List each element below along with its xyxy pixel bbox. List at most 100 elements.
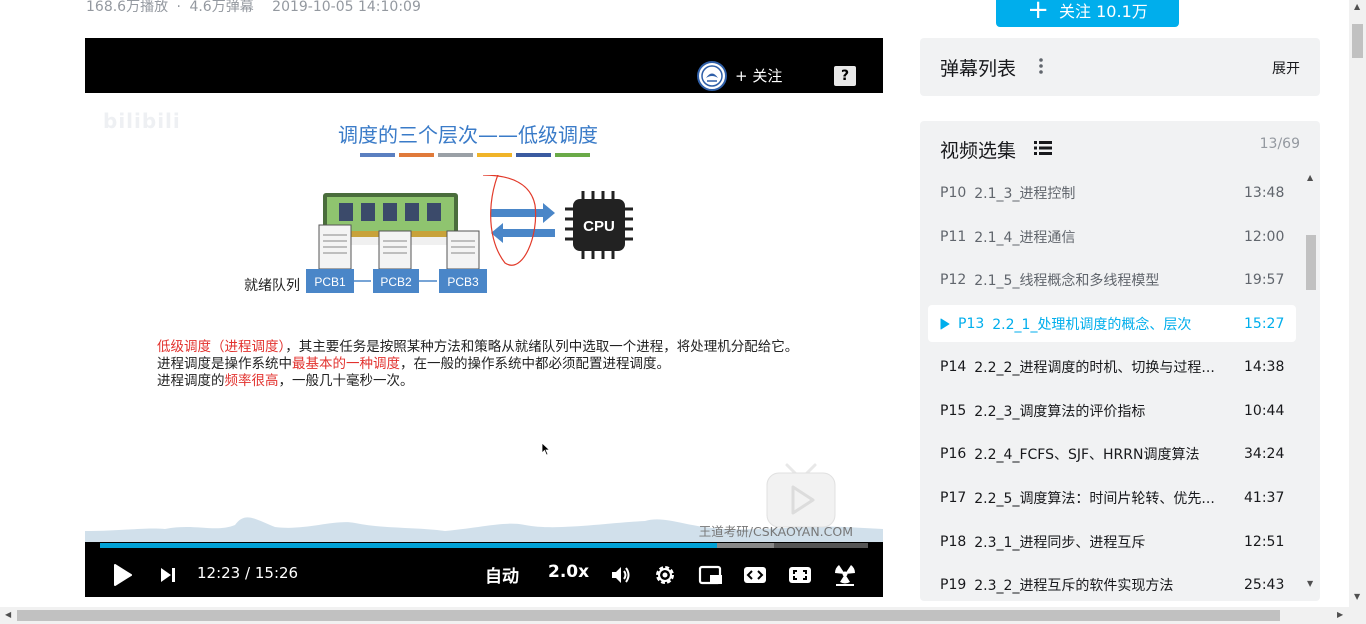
page-hscroll-thumb[interactable] — [17, 610, 1280, 621]
danmaku-list-panel[interactable]: 弹幕列表 展开 — [920, 38, 1320, 96]
scroll-down-arrow[interactable]: ▼ — [1307, 579, 1313, 588]
episode-item[interactable]: P14 2.2_2_进程调度的时机、切换与过程... 14:38 — [928, 345, 1296, 389]
episode-item[interactable]: P13 2.2_1_处理机调度的概念、层次 15:27 — [928, 305, 1296, 343]
episode-scrollbar[interactable]: ▲ ▼ — [1304, 173, 1316, 595]
episode-duration: 12:51 — [1244, 533, 1285, 550]
episode-number: P13 — [958, 315, 985, 332]
play-button[interactable] — [109, 552, 135, 597]
help-icon[interactable]: ? — [834, 66, 856, 86]
time-display: 12:23 / 15:26 — [197, 564, 298, 582]
pcb1-label: PCB1 — [314, 275, 346, 289]
volume-icon — [612, 566, 630, 583]
episode-title: 2.2_5_调度算法：时间片轮转、优先... — [974, 490, 1215, 507]
episode-list: P10 2.1_3_进程控制 13:48 P11 2.1_4_进程通信 12:00 P12 2… — [928, 171, 1296, 601]
uploader-follow-button[interactable]: + 关注 — [735, 65, 782, 86]
bilibili-watermark: bilibili — [103, 109, 181, 133]
episode-item[interactable]: P11 2.1_4_进程通信 12:00 — [928, 215, 1296, 259]
slide-color-bar — [360, 153, 590, 157]
uploader-avatar[interactable] — [697, 61, 727, 91]
danmaku-count: 4.6万弹幕 — [189, 0, 254, 15]
episode-item[interactable]: P19 2.3_2_进程互斥的软件实现方法 25:43 — [928, 564, 1296, 602]
episode-item[interactable]: P12 2.1_5_线程概念和多线程模型 19:57 — [928, 258, 1296, 302]
web-fullscreen-icon — [789, 566, 811, 583]
color-bar-segment — [399, 153, 434, 157]
web-fullscreen-button[interactable] — [787, 552, 813, 597]
scroll-up-arrow[interactable]: ▲ — [1307, 173, 1313, 182]
para2-text-b: ，在一般的操作系统中都必须配置进程调度。 — [400, 356, 670, 372]
progress-bar[interactable] — [100, 543, 868, 548]
video-page: 168.6万播放 · 4.6万弹幕 2019-10-05 14:10:09 + … — [0, 0, 1366, 624]
episode-duration: 34:24 — [1244, 446, 1285, 463]
para2-highlight: 最基本的一种调度 — [292, 356, 400, 372]
episode-number: P14 — [940, 358, 967, 375]
episode-title: 2.1_5_线程概念和多线程模型 — [974, 273, 1160, 290]
episode-number: P15 — [940, 402, 967, 419]
picture-in-picture-icon — [698, 565, 722, 584]
progress-fill — [100, 543, 717, 548]
para3-highlight: 频率很高 — [224, 373, 279, 389]
pcb-boxes: PCB1 PCB2 PCB3 — [306, 269, 487, 293]
episode-title: 2.2_2_进程调度的时机、切换与过程... — [974, 359, 1215, 376]
video-frame[interactable]: bilibili 调度的三个层次——低级调度 PCB1 PCB2 PCB3 CP… — [85, 93, 883, 542]
play-icon — [114, 563, 132, 586]
episode-number: P12 — [940, 272, 967, 289]
settings-button[interactable] — [653, 552, 677, 597]
pcb3-label: PCB3 — [447, 275, 479, 289]
speed-button[interactable]: 2.0x — [548, 562, 589, 582]
more-options-icon[interactable] — [1039, 57, 1043, 75]
cskaoyan-watermark: 王道考研/CSKAOYAN.COM — [698, 524, 853, 539]
volume-button[interactable] — [609, 552, 633, 597]
pen-annotation — [482, 175, 537, 266]
episode-item[interactable]: P10 2.1_3_进程控制 13:48 — [928, 171, 1296, 215]
cpu-chip-icon: CPU — [565, 191, 633, 259]
episode-item[interactable]: P17 2.2_5_调度算法：时间片轮转、优先... 41:37 — [928, 476, 1296, 520]
episode-number: P10 — [940, 184, 967, 201]
play-count: 168.6万播放 — [86, 0, 169, 15]
slide-title: 调度的三个层次——低级调度 — [338, 123, 598, 147]
follow-button[interactable]: + 关注 10.1万 — [996, 0, 1179, 27]
expand-button[interactable]: 展开 — [1272, 58, 1300, 78]
episode-number: P11 — [940, 228, 967, 245]
pip-button[interactable] — [697, 552, 723, 597]
para1-text: ，其主要任务是按照某种方法和策略从就绪队列中选取一个进程，将处理机分配给它。 — [285, 339, 799, 355]
page-vertical-scrollbar[interactable]: ▲ ▼ — [1349, 0, 1366, 607]
episode-list-title: 视频选集 — [940, 140, 1017, 162]
player-top-bar: + 关注 ? — [85, 38, 883, 93]
widescreen-button[interactable] — [742, 552, 768, 597]
color-bar-segment — [477, 153, 512, 157]
list-view-icon[interactable] — [1034, 141, 1052, 155]
episode-duration: 14:38 — [1244, 358, 1285, 375]
page-scroll-left[interactable]: ◀ — [5, 610, 11, 619]
slide-body-text: 低级调度（进程调度），其主要任务是按照某种方法和策略从就绪队列中选取一个进程，将… — [157, 339, 807, 390]
episode-count: 13/69 — [1259, 136, 1300, 152]
video-meta: 168.6万播放 · 4.6万弹幕 2019-10-05 14:10:09 — [86, 0, 425, 16]
episode-title: 2.2_4_FCFS、SJF、HRRN调度算法 — [974, 447, 1200, 464]
next-episode-button[interactable] — [157, 552, 179, 597]
para3-text-b: ，一般几十毫秒一次。 — [278, 373, 414, 389]
page-scroll-right[interactable]: ▶ — [1337, 610, 1343, 619]
video-player[interactable]: + 关注 ? bilibili 调度的三个层次——低级调度 PCB1 PCB2 … — [85, 38, 883, 597]
episode-number: P18 — [940, 533, 967, 550]
page-scroll-thumb[interactable] — [1352, 24, 1363, 58]
fullscreen-button[interactable] — [832, 552, 858, 597]
episode-number: P16 — [940, 446, 967, 463]
pcb2-label: PCB2 — [380, 275, 412, 289]
color-bar-segment — [360, 153, 395, 157]
page-scroll-up[interactable]: ▲ — [1354, 2, 1360, 11]
episode-number: P17 — [940, 489, 967, 506]
episode-item[interactable]: P18 2.3_1_进程同步、进程互斥 12:51 — [928, 520, 1296, 564]
quality-button[interactable]: 自动 — [485, 562, 519, 587]
episode-duration: 12:00 — [1244, 228, 1285, 245]
mouse-cursor-icon — [541, 442, 551, 456]
episode-scroll-thumb[interactable] — [1306, 235, 1316, 290]
scheduling-diagram: PCB1 PCB2 PCB3 CPU — [306, 175, 633, 293]
transfer-arrows-icon — [491, 203, 555, 243]
episode-item[interactable]: P16 2.2_4_FCFS、SJF、HRRN调度算法 34:24 — [928, 432, 1296, 476]
bilibili-play-tv-icon[interactable] — [765, 461, 837, 529]
color-bar-segment — [438, 153, 473, 157]
meta-dot: · — [176, 0, 181, 15]
episode-number: P19 — [940, 577, 967, 594]
episode-item[interactable]: P15 2.2_3_调度算法的评价指标 10:44 — [928, 389, 1296, 433]
page-horizontal-scrollbar[interactable]: ◀ ▶ — [0, 607, 1366, 624]
page-scroll-down[interactable]: ▼ — [1354, 592, 1360, 601]
